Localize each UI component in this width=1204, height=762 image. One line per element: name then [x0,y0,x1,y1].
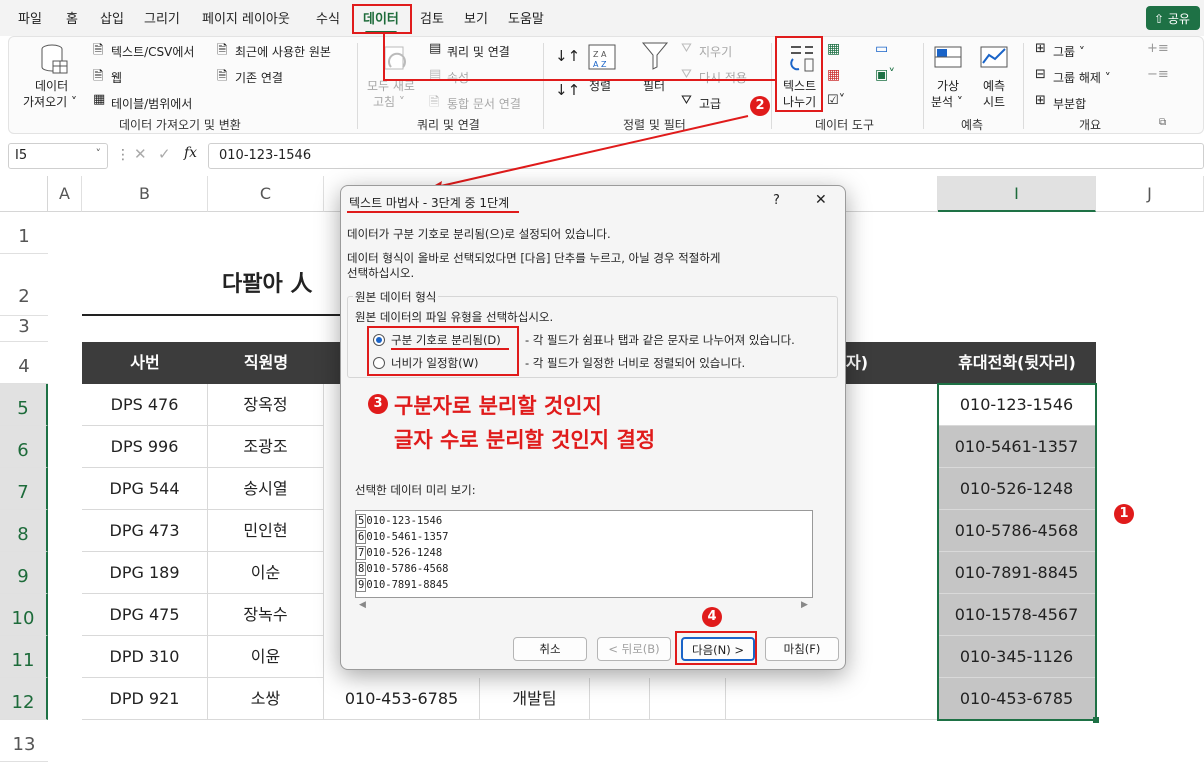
dialog-info-line2: 데이터 형식이 올바로 선택되었다면 [다음] 단추를 누르고, 아닐 경우 적… [347,251,721,265]
dialog-title: 텍스트 마법사 - 3단계 중 1단계 [349,196,510,210]
scroll-right-icon[interactable]: ▶ [801,600,808,610]
step-badge-3: 3 [368,394,388,414]
help-button[interactable]: ? [773,193,780,208]
highlight-data-tab [352,4,412,34]
step-badge-2: 2 [750,96,770,116]
option-fixed-desc: - 각 필드가 일정한 너비로 정렬되어 있습니다. [525,356,746,370]
annotation-text-line2: 글자 수로 분리할 것인지 결정 [394,428,656,452]
group-prompt: 원본 데이터의 파일 유형을 선택하십시오. [355,310,554,324]
excel-window: 파일 홈 삽입 그리기 페이지 레이아웃 수식 데이터 검토 보기 도움말 ⇧ … [0,0,1204,762]
preview-row: 8 010-5786-4568 [356,562,449,576]
dialog-info-line3: 선택하십시오. [347,266,415,280]
highlight-options [367,326,519,376]
title-underline-annotation [347,211,519,213]
highlight-next-button [675,631,757,665]
preview-rows: 5 010-123-1546 6 010-5461-1357 7 010-526-12… [356,513,449,593]
preview-row: 7 010-526-1248 [356,546,443,560]
step-badge-1: 1 [1114,504,1134,524]
preview-row: 5 010-123-1546 [356,514,443,528]
preview-label: 선택한 데이터 미리 보기: [355,483,476,497]
close-button[interactable]: ✕ [815,192,827,208]
vertical-scrollbar-thumb[interactable] [812,525,813,543]
option-delimited-desc: - 각 필드가 쉼표나 탭과 같은 문자로 나누어져 있습니다. [525,333,795,347]
highlight-text-to-columns [775,36,823,112]
finish-button[interactable]: 마침(F) [765,637,839,661]
step-badge-4: 4 [702,607,722,627]
dialog-info-line1: 데이터가 구분 기호로 분리됨(으)로 설정되어 있습니다. [347,227,611,241]
annotation-text-line1: 구분자로 분리할 것인지 [394,394,602,418]
scroll-left-icon[interactable]: ◀ [359,600,366,610]
back-button[interactable]: < 뒤로(B) [597,637,671,661]
preview-box[interactable]: 5 010-123-1546 6 010-5461-1357 7 010-526-12… [355,510,813,598]
group-title: 원본 데이터 형식 [353,289,439,305]
preview-row: 9 010-7891-8845 [356,578,449,592]
preview-row: 6 010-5461-1357 [356,530,449,544]
cancel-button[interactable]: 취소 [513,637,587,661]
